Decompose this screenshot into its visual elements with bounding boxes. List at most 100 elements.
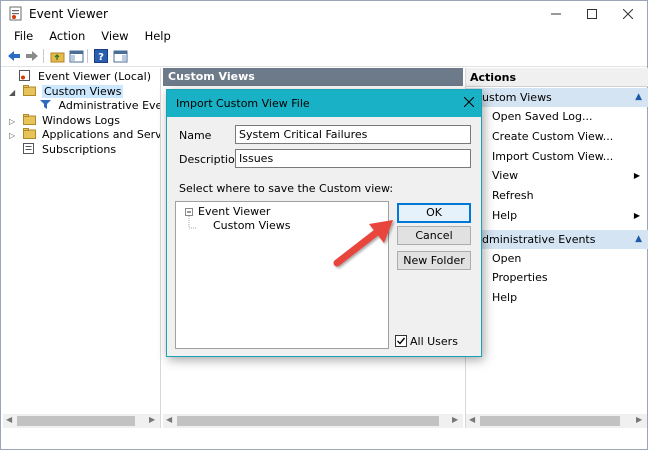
- section-label: dministrative Events: [482, 233, 596, 246]
- action-import-custom-view[interactable]: Import Custom View...: [466, 147, 648, 167]
- tree-item-label: Applications and Services Lo: [42, 128, 161, 141]
- tree-item-event-viewer-local[interactable]: Event Viewer (Local): [5, 69, 151, 84]
- show-hide-action-pane-button[interactable]: [111, 47, 129, 65]
- action-refresh[interactable]: Refresh: [466, 186, 648, 206]
- tree-item-applications-and-services[interactable]: ▷ Applications and Services Lo: [9, 127, 161, 143]
- all-users-label: All Users: [410, 335, 458, 348]
- import-custom-view-dialog: Import Custom View File Name System Crit…: [166, 89, 482, 357]
- scroll-thumb[interactable]: [177, 416, 439, 426]
- dialog-close-button[interactable]: [461, 94, 477, 110]
- result-horizontal-scrollbar[interactable]: ◀ ▶: [163, 414, 463, 428]
- console-tree: Event Viewer (Local) ◢ Custom Views Admi…: [3, 68, 161, 428]
- annotation-arrow-icon: [333, 220, 393, 267]
- dialog-title: Import Custom View File: [176, 97, 310, 110]
- close-icon: [463, 96, 475, 108]
- menu-action[interactable]: Action: [41, 27, 93, 45]
- help-button[interactable]: ?: [92, 47, 110, 65]
- cancel-button[interactable]: Cancel: [397, 226, 471, 245]
- actions-pane: Actions ustom Views ▲ Open Saved Log... …: [465, 68, 648, 428]
- event-viewer-window: Event Viewer File Action View Help ? Eve…: [0, 0, 648, 450]
- action-help[interactable]: Help ▶: [466, 206, 648, 226]
- tree-item-label: Subscriptions: [42, 143, 117, 156]
- toolbar-divider: [43, 49, 44, 63]
- maximize-icon: [587, 9, 597, 19]
- back-arrow-icon: [8, 51, 20, 61]
- all-users-checkbox[interactable]: [395, 335, 407, 347]
- action-help-2[interactable]: Help: [466, 288, 648, 308]
- action-label: Create Custom View...: [492, 130, 614, 143]
- scroll-right-icon[interactable]: ▶: [636, 415, 642, 424]
- submenu-arrow-icon: ▶: [633, 171, 640, 180]
- close-button[interactable]: [605, 1, 648, 27]
- menu-bar: File Action View Help: [1, 27, 647, 45]
- folder-icon: [22, 114, 36, 125]
- folder-icon: [22, 85, 36, 96]
- tree-item-custom-views[interactable]: ◢ Custom Views: [9, 84, 124, 100]
- tree-item-windows-logs[interactable]: ▷ Windows Logs: [9, 113, 120, 128]
- name-label: Name: [179, 129, 212, 142]
- collapse-up-icon[interactable]: ▲: [635, 88, 642, 107]
- tree-root-event-viewer[interactable]: Event Viewer: [198, 205, 270, 218]
- event-viewer-icon: [18, 70, 30, 81]
- action-label: Import Custom View...: [492, 150, 614, 163]
- folder-icon: [22, 128, 36, 139]
- action-label: Help: [492, 291, 518, 304]
- event-viewer-icon: [9, 6, 22, 21]
- scroll-left-icon[interactable]: ◀: [469, 415, 475, 424]
- actions-section-administrative-events[interactable]: dministrative Events ▲: [466, 230, 648, 249]
- subscriptions-icon: [22, 143, 34, 154]
- checkmark-icon: [397, 337, 406, 345]
- actions-section-custom-views[interactable]: ustom Views ▲: [466, 88, 648, 107]
- tree-item-label: Windows Logs: [42, 114, 120, 127]
- action-label: Open: [492, 252, 522, 265]
- action-label: Help: [492, 209, 518, 222]
- tree-item-administrative-events[interactable]: Administrative Events: [39, 98, 161, 113]
- tree-item-label: Custom Views: [42, 85, 124, 98]
- title-bar: Event Viewer: [1, 1, 647, 27]
- action-properties[interactable]: Properties: [466, 268, 648, 288]
- action-label: Open Saved Log...: [492, 110, 593, 123]
- svg-text:?: ?: [98, 52, 104, 63]
- tree-item-subscriptions[interactable]: Subscriptions: [9, 142, 116, 157]
- minimize-icon: [551, 13, 561, 15]
- tree-horizontal-scrollbar[interactable]: ◀ ▶: [3, 414, 160, 428]
- action-view[interactable]: View ▶: [466, 166, 648, 186]
- name-field[interactable]: System Critical Failures: [235, 125, 471, 144]
- action-open-saved-log[interactable]: Open Saved Log...: [466, 107, 648, 127]
- action-open[interactable]: Open: [466, 249, 648, 269]
- expand-arrow-icon[interactable]: ◢: [9, 85, 19, 100]
- description-label: Description: [179, 153, 242, 166]
- submenu-arrow-icon: ▶: [633, 211, 640, 220]
- tree-item-label: Event Viewer (Local): [38, 70, 151, 83]
- ok-button[interactable]: OK: [397, 203, 471, 223]
- scroll-thumb[interactable]: [17, 416, 135, 426]
- menu-help[interactable]: Help: [137, 27, 179, 45]
- show-hide-tree-button[interactable]: [67, 47, 85, 65]
- action-label: Properties: [492, 271, 548, 284]
- action-pane-icon: [113, 50, 127, 62]
- description-field[interactable]: Issues: [235, 149, 471, 168]
- new-folder-button[interactable]: New Folder: [397, 251, 471, 270]
- up-folder-button[interactable]: [48, 47, 66, 65]
- tree-item-label: Administrative Events: [58, 99, 161, 112]
- back-button[interactable]: [5, 47, 23, 65]
- scroll-right-icon[interactable]: ▶: [149, 415, 155, 424]
- action-label: View: [492, 169, 519, 182]
- save-location-label: Select where to save the Custom view:: [179, 182, 394, 195]
- forward-button[interactable]: [23, 47, 41, 65]
- tree-child-custom-views[interactable]: Custom Views: [213, 219, 290, 232]
- filter-icon: [40, 100, 51, 109]
- collapse-arrow-icon[interactable]: ▷: [9, 128, 19, 143]
- action-label: Refresh: [492, 189, 534, 202]
- scroll-thumb[interactable]: [480, 416, 620, 426]
- action-create-custom-view[interactable]: Create Custom View...: [466, 127, 648, 147]
- result-pane-header: Custom Views: [163, 68, 463, 86]
- collapse-up-icon[interactable]: ▲: [635, 230, 642, 249]
- menu-file[interactable]: File: [6, 27, 41, 45]
- scroll-left-icon[interactable]: ◀: [6, 415, 12, 424]
- scroll-right-icon[interactable]: ▶: [452, 415, 458, 424]
- scroll-left-icon[interactable]: ◀: [166, 415, 172, 424]
- actions-horizontal-scrollbar[interactable]: ◀ ▶: [466, 414, 647, 428]
- menu-view[interactable]: View: [93, 27, 136, 45]
- close-icon: [623, 9, 633, 19]
